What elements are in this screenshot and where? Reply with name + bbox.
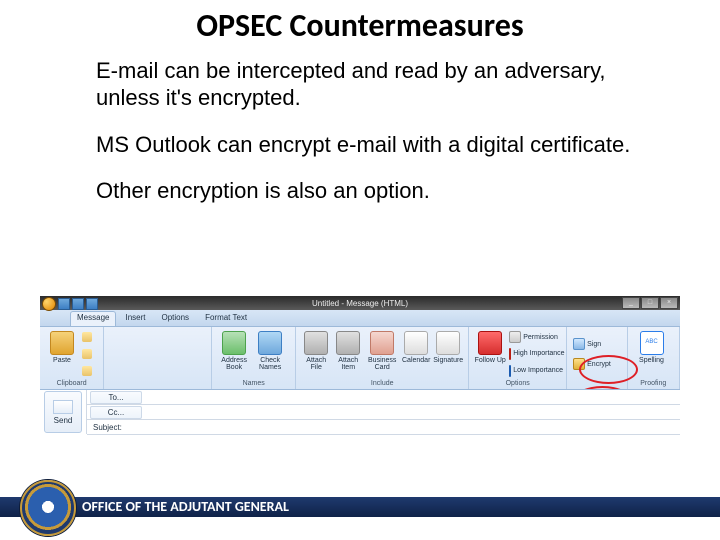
to-button[interactable]: To... bbox=[90, 391, 142, 404]
group-options-left: Follow Up Permission High Importance Low… bbox=[469, 327, 567, 389]
qat-save-icon[interactable] bbox=[58, 298, 70, 310]
low-importance-button[interactable]: Low Importance bbox=[507, 364, 561, 378]
group-options-security: Sign Encrypt bbox=[567, 327, 627, 389]
follow-up-button[interactable]: Follow Up bbox=[473, 329, 507, 364]
maximize-button[interactable]: □ bbox=[641, 297, 659, 309]
encrypt-button[interactable]: Encrypt bbox=[571, 357, 621, 371]
group-label: Proofing bbox=[628, 379, 679, 389]
tab-message[interactable]: Message bbox=[70, 311, 116, 326]
slide-title: OPSEC Countermeasures bbox=[0, 6, 720, 45]
format-painter-button[interactable] bbox=[80, 365, 94, 377]
group-clipboard: Paste Clipboard bbox=[40, 327, 104, 389]
address-book-icon bbox=[222, 331, 246, 355]
group-label: Names bbox=[212, 379, 295, 389]
ribbon: Paste Clipboard Ad bbox=[40, 327, 680, 390]
group-label bbox=[104, 379, 211, 389]
tab-options[interactable]: Options bbox=[154, 311, 196, 326]
cc-button[interactable]: Cc... bbox=[90, 406, 142, 419]
slide-footer: OFFICE OF THE ADJUTANT GENERAL bbox=[0, 488, 720, 526]
calendar-button[interactable]: Calendar bbox=[400, 329, 432, 364]
to-row: To... bbox=[87, 390, 680, 405]
group-names: Address Book Check Names Names bbox=[212, 327, 296, 389]
follow-up-icon bbox=[478, 331, 502, 355]
paste-label: Paste bbox=[53, 357, 71, 364]
group-basic-text bbox=[104, 327, 212, 389]
group-label: Include bbox=[296, 379, 468, 389]
business-card-button[interactable]: Business Card bbox=[364, 329, 400, 371]
subject-row: Subject: bbox=[87, 420, 680, 435]
cut-icon bbox=[82, 332, 92, 342]
cc-row: Cc... bbox=[87, 405, 680, 420]
office-button-icon[interactable] bbox=[42, 297, 56, 311]
spelling-button[interactable]: ABC Spelling bbox=[632, 329, 672, 364]
window-title: Untitled - Message (HTML) bbox=[312, 299, 408, 308]
encrypt-icon bbox=[573, 358, 585, 370]
spelling-icon: ABC bbox=[640, 331, 664, 355]
sign-button[interactable]: Sign bbox=[571, 337, 621, 351]
paste-button[interactable]: Paste bbox=[44, 329, 80, 364]
envelope-icon bbox=[53, 400, 73, 414]
check-names-icon bbox=[258, 331, 282, 355]
sign-icon bbox=[573, 338, 585, 350]
format-painter-icon bbox=[82, 366, 92, 376]
quick-access-toolbar bbox=[42, 297, 98, 311]
follow-up-label: Follow Up bbox=[475, 357, 506, 364]
low-importance-icon bbox=[509, 365, 511, 377]
group-proofing: ABC Spelling Proofing bbox=[628, 327, 680, 389]
slide: OPSEC Countermeasures E-mail can be inte… bbox=[0, 0, 720, 540]
bullet-1: E-mail can be intercepted and read by an… bbox=[96, 58, 636, 112]
attach-file-button[interactable]: Attach File bbox=[300, 329, 332, 371]
send-button[interactable]: Send bbox=[44, 391, 82, 433]
attach-item-icon bbox=[336, 331, 360, 355]
calendar-label: Calendar bbox=[402, 357, 430, 364]
high-importance-icon bbox=[509, 348, 511, 360]
ribbon-tabs: Message Insert Options Format Text bbox=[40, 310, 680, 327]
check-names-button[interactable]: Check Names bbox=[252, 329, 288, 371]
permission-icon bbox=[509, 331, 521, 343]
compose-header: Send To... Cc... Subject: bbox=[40, 390, 680, 435]
signature-button[interactable]: Signature bbox=[432, 329, 464, 364]
calendar-icon bbox=[404, 331, 428, 355]
minimize-button[interactable]: _ bbox=[622, 297, 640, 309]
spelling-label: Spelling bbox=[639, 357, 664, 364]
agency-seal-icon bbox=[20, 480, 76, 536]
qat-redo-icon[interactable] bbox=[86, 298, 98, 310]
business-card-label: Business Card bbox=[364, 357, 400, 371]
qat-undo-icon[interactable] bbox=[72, 298, 84, 310]
tab-format-text[interactable]: Format Text bbox=[198, 311, 254, 326]
group-label: Options bbox=[469, 379, 566, 389]
window-titlebar: Untitled - Message (HTML) _ □ × bbox=[40, 296, 680, 310]
attach-item-label: Attach Item bbox=[332, 357, 364, 371]
permission-button[interactable]: Permission bbox=[507, 330, 561, 344]
business-card-icon bbox=[370, 331, 394, 355]
group-label bbox=[567, 379, 626, 389]
attach-item-button[interactable]: Attach Item bbox=[332, 329, 364, 371]
high-importance-button[interactable]: High Importance bbox=[507, 347, 561, 361]
copy-button[interactable] bbox=[80, 348, 94, 360]
address-book-button[interactable]: Address Book bbox=[216, 329, 252, 371]
outlook-screenshot: Untitled - Message (HTML) _ □ × Message … bbox=[40, 296, 680, 452]
cut-button[interactable] bbox=[80, 331, 94, 343]
signature-label: Signature bbox=[433, 357, 463, 364]
group-label: Clipboard bbox=[40, 379, 103, 389]
address-book-label: Address Book bbox=[216, 357, 252, 371]
slide-body: E-mail can be intercepted and read by an… bbox=[96, 58, 636, 225]
subject-label: Subject: bbox=[90, 422, 140, 433]
close-button[interactable]: × bbox=[660, 297, 678, 309]
attach-file-icon bbox=[304, 331, 328, 355]
paste-icon bbox=[50, 331, 74, 355]
bullet-2: MS Outlook can encrypt e-mail with a dig… bbox=[96, 132, 636, 159]
footer-text: OFFICE OF THE ADJUTANT GENERAL bbox=[82, 497, 289, 517]
group-include: Attach File Attach Item Business Card Ca… bbox=[296, 327, 469, 389]
copy-icon bbox=[82, 349, 92, 359]
check-names-label: Check Names bbox=[252, 357, 288, 371]
tab-insert[interactable]: Insert bbox=[118, 311, 152, 326]
signature-icon bbox=[436, 331, 460, 355]
bullet-3: Other encryption is also an option. bbox=[96, 178, 636, 205]
attach-file-label: Attach File bbox=[300, 357, 332, 371]
